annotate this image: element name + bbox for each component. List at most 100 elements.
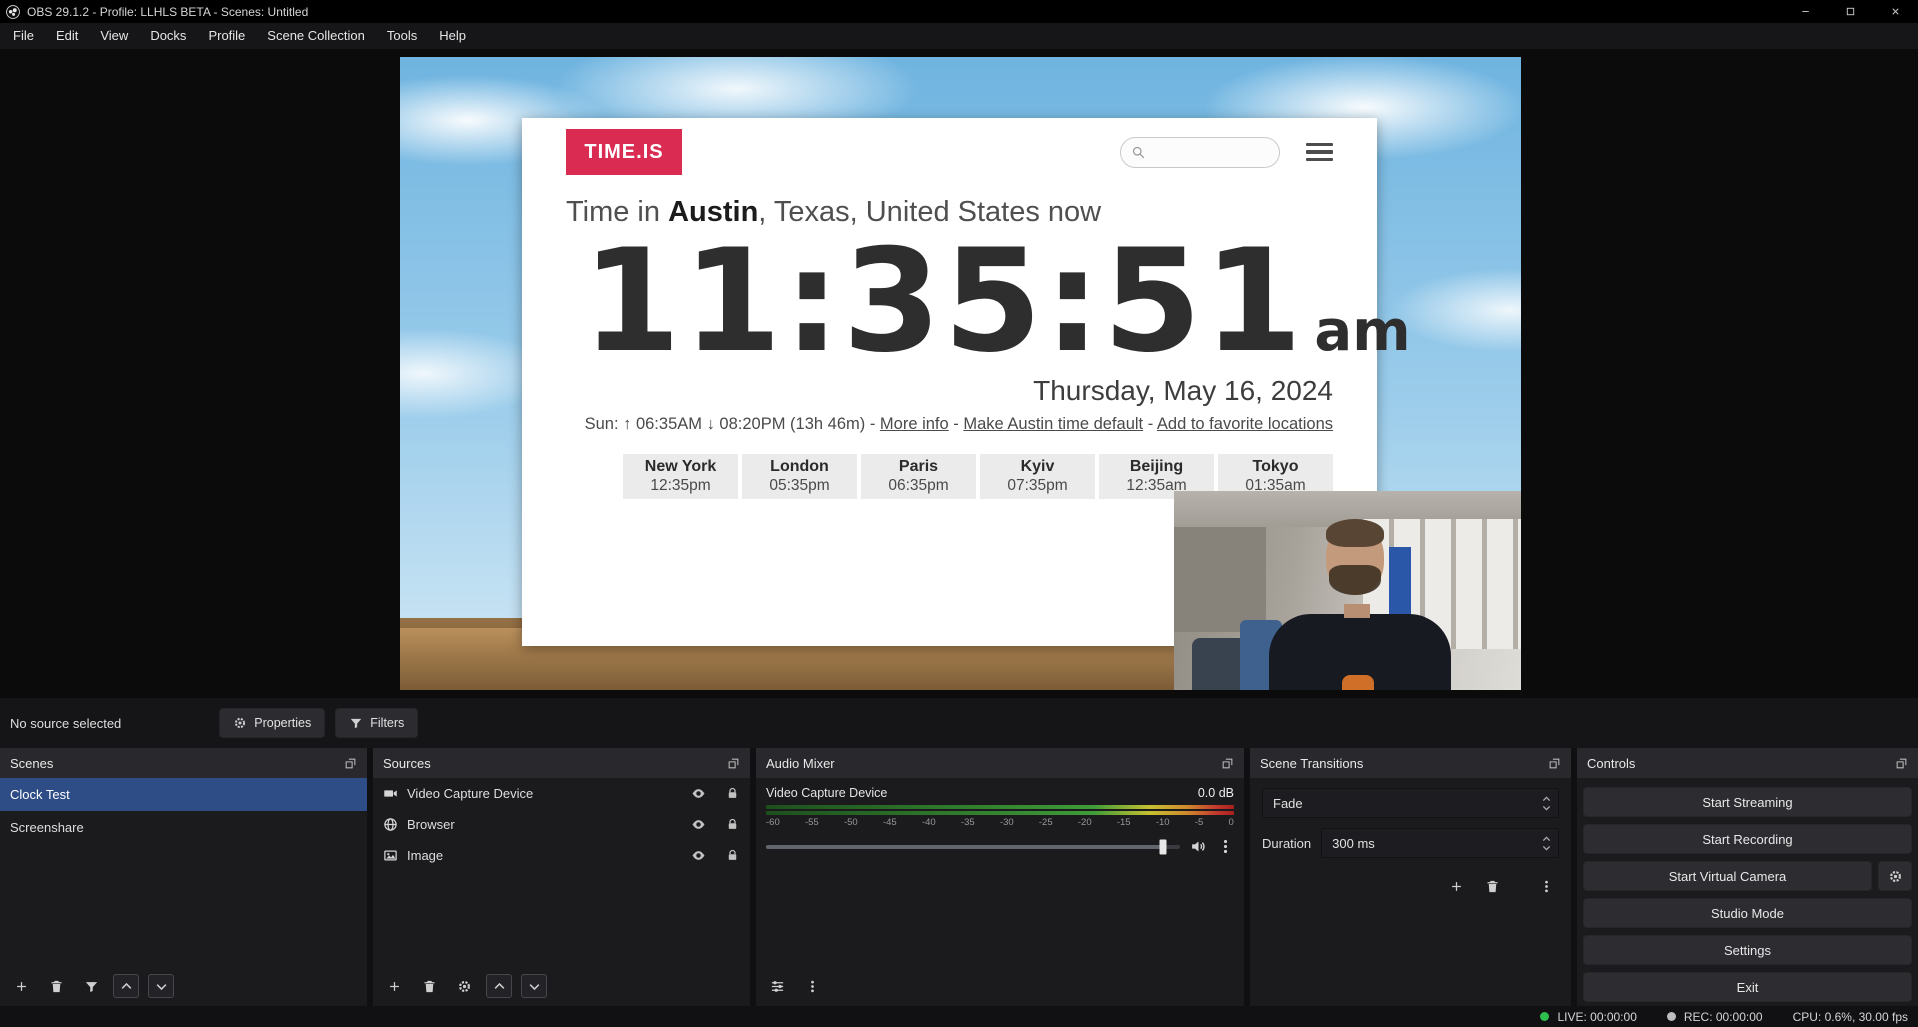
popout-icon[interactable] <box>344 757 357 770</box>
scene-item-screenshare[interactable]: Screenshare <box>0 811 367 844</box>
spinner-arrows-icon[interactable] <box>1535 836 1558 851</box>
speaker-icon[interactable] <box>1190 838 1207 855</box>
scene-item-clock-test[interactable]: Clock Test <box>0 778 367 811</box>
popout-icon[interactable] <box>1548 757 1561 770</box>
world-clock-paris[interactable]: Paris 06:35pm <box>861 454 976 499</box>
volume-slider[interactable] <box>766 845 1180 849</box>
add-scene-button[interactable] <box>8 974 34 998</box>
mixer-channel-name: Video Capture Device <box>766 786 887 800</box>
search-input[interactable] <box>1152 145 1262 160</box>
close-button[interactable] <box>1873 0 1918 23</box>
virtual-camera-config-button[interactable] <box>1878 861 1912 891</box>
volume-slider-handle[interactable] <box>1160 839 1167 854</box>
popout-icon[interactable] <box>1221 757 1234 770</box>
volume-slider-fill <box>766 845 1163 849</box>
transitions-header[interactable]: Scene Transitions <box>1250 748 1571 778</box>
eye-icon[interactable] <box>691 848 706 863</box>
search-icon <box>1131 145 1146 160</box>
move-scene-up-button[interactable] <box>113 974 139 998</box>
source-label: Image <box>407 848 672 863</box>
source-item-browser[interactable]: Browser <box>373 809 750 840</box>
more-info-link[interactable]: More info <box>880 415 949 433</box>
dots-menu-icon[interactable] <box>1217 838 1234 855</box>
dock-area: Scenes Clock Test Screenshare <box>0 748 1918 1006</box>
separator: - <box>949 415 964 433</box>
eye-icon[interactable] <box>691 786 706 801</box>
world-clock-london[interactable]: London 05:35pm <box>742 454 857 499</box>
move-source-up-button[interactable] <box>486 974 512 998</box>
timeis-search-box[interactable] <box>1120 137 1280 168</box>
transition-select[interactable]: Fade <box>1262 788 1559 818</box>
filter-icon <box>349 716 363 730</box>
program-video[interactable]: TIME.IS Time in Austin, Texas, United St… <box>400 57 1521 690</box>
menu-scene-collection[interactable]: Scene Collection <box>256 23 376 49</box>
chevron-up-icon <box>119 979 134 994</box>
webcam-overlay <box>1174 491 1521 690</box>
remove-source-button[interactable] <box>416 974 442 998</box>
menu-docks[interactable]: Docks <box>139 23 197 49</box>
transition-menu-button[interactable] <box>1533 874 1559 898</box>
lock-icon[interactable] <box>725 786 740 801</box>
remove-transition-button[interactable] <box>1479 874 1505 898</box>
popout-icon[interactable] <box>727 757 740 770</box>
duration-spinbox[interactable]: 300 ms <box>1321 828 1559 858</box>
timeis-logo: TIME.IS <box>566 129 682 175</box>
exit-button[interactable]: Exit <box>1583 972 1912 1002</box>
controls-header[interactable]: Controls <box>1577 748 1918 778</box>
scenes-panel-header[interactable]: Scenes <box>0 748 367 778</box>
meter-tick: -55 <box>805 817 819 828</box>
mixer-menu-button[interactable] <box>799 974 825 998</box>
menu-view[interactable]: View <box>89 23 139 49</box>
move-source-down-button[interactable] <box>521 974 547 998</box>
world-city: London <box>742 458 857 476</box>
audio-mixer-title: Audio Mixer <box>766 756 835 771</box>
world-clock-new-york[interactable]: New York 12:35pm <box>623 454 738 499</box>
audio-mixer-header[interactable]: Audio Mixer <box>756 748 1244 778</box>
gear-icon <box>1888 869 1903 884</box>
sources-panel-header[interactable]: Sources <box>373 748 750 778</box>
filters-button[interactable]: Filters <box>335 708 418 738</box>
move-scene-down-button[interactable] <box>148 974 174 998</box>
start-streaming-button[interactable]: Start Streaming <box>1583 787 1912 817</box>
menu-file[interactable]: File <box>2 23 45 49</box>
duration-label: Duration <box>1262 836 1311 851</box>
make-default-link[interactable]: Make Austin time default <box>963 415 1143 433</box>
start-virtual-camera-button[interactable]: Start Virtual Camera <box>1583 861 1872 891</box>
menu-tools[interactable]: Tools <box>376 23 428 49</box>
maximize-button[interactable] <box>1828 0 1873 23</box>
menu-help[interactable]: Help <box>428 23 477 49</box>
add-transition-button[interactable] <box>1443 874 1469 898</box>
popout-icon[interactable] <box>1895 757 1908 770</box>
rec-timer: REC: 00:00:00 <box>1684 1010 1763 1024</box>
world-clock-kyiv[interactable]: Kyiv 07:35pm <box>980 454 1095 499</box>
preview-area[interactable]: TIME.IS Time in Austin, Texas, United St… <box>0 49 1918 698</box>
gear-icon <box>233 716 247 730</box>
menu-edit[interactable]: Edit <box>45 23 89 49</box>
minimize-button[interactable] <box>1783 0 1828 23</box>
menu-profile[interactable]: Profile <box>197 23 256 49</box>
world-time: 12:35pm <box>623 477 738 495</box>
scene-filters-button[interactable] <box>78 974 104 998</box>
remove-scene-button[interactable] <box>43 974 69 998</box>
source-item-video-capture[interactable]: Video Capture Device <box>373 778 750 809</box>
lock-icon[interactable] <box>725 817 740 832</box>
meter-tick: -30 <box>1000 817 1014 828</box>
source-properties-button[interactable] <box>451 974 477 998</box>
hamburger-menu-icon[interactable] <box>1306 143 1333 162</box>
source-item-image[interactable]: Image <box>373 840 750 871</box>
world-city: New York <box>623 458 738 476</box>
meter-tick: -25 <box>1039 817 1053 828</box>
lock-icon[interactable] <box>725 848 740 863</box>
add-source-button[interactable] <box>381 974 407 998</box>
trash-icon <box>422 979 437 994</box>
properties-button[interactable]: Properties <box>219 708 325 738</box>
advanced-audio-button[interactable] <box>764 974 790 998</box>
start-recording-button[interactable]: Start Recording <box>1583 824 1912 854</box>
studio-mode-button[interactable]: Studio Mode <box>1583 898 1912 928</box>
eye-icon[interactable] <box>691 817 706 832</box>
favorite-link[interactable]: Add to favorite locations <box>1157 415 1333 433</box>
settings-button[interactable]: Settings <box>1583 935 1912 965</box>
audio-meter-left <box>766 805 1234 809</box>
scene-transitions-panel: Scene Transitions Fade Duration <box>1250 748 1571 1006</box>
select-arrows-icon[interactable] <box>1535 796 1558 811</box>
